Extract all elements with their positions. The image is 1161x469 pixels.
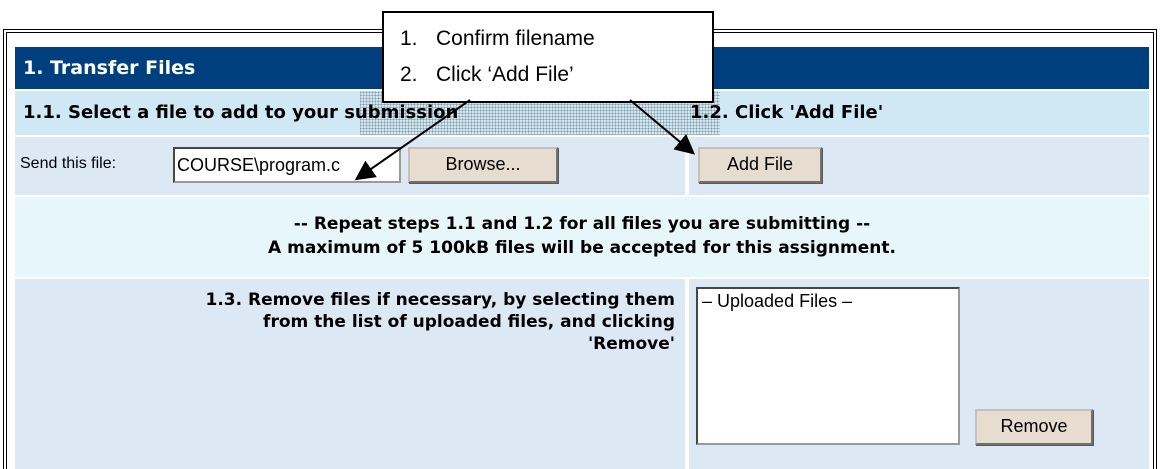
- remove-files-row: 1.3. Remove files if necessary, by selec…: [15, 279, 1149, 469]
- cell-divider: [685, 137, 689, 195]
- max-files-note: A maximum of 5 100kB files will be accep…: [268, 238, 896, 258]
- callout-step-text: Confirm filename: [436, 27, 595, 50]
- repeat-steps-note: -- Repeat steps 1.1 and 1.2 for all file…: [293, 214, 871, 234]
- info-row: -- Repeat steps 1.1 and 1.2 for all file…: [15, 197, 1149, 277]
- remove-button[interactable]: Remove: [975, 409, 1093, 445]
- remove-instruction: 1.3. Remove files if necessary, by selec…: [15, 289, 675, 355]
- step-1-2-label: 1.2. Click 'Add File': [690, 102, 884, 123]
- file-select-row: Send this file: COURSE\program.c Browse.…: [15, 137, 1149, 195]
- transfer-files-panel: 1. Transfer Files 1.1. Select a file to …: [15, 47, 1149, 469]
- remove-instruction-line: 1.3. Remove files if necessary, by selec…: [205, 290, 675, 310]
- callout-step-2: 2. Click ‘Add File’: [400, 63, 574, 87]
- send-file-label: Send this file:: [20, 155, 117, 172]
- cell-divider: [685, 279, 689, 469]
- uploaded-files-list[interactable]: – Uploaded Files –: [696, 287, 960, 445]
- callout-step-number: 1.: [400, 27, 418, 50]
- callout-step-text: Click ‘Add File’: [436, 63, 574, 86]
- callout-step-number: 2.: [400, 63, 418, 86]
- instruction-callout: 1. Confirm filename 2. Click ‘Add File’: [382, 11, 714, 103]
- browse-button[interactable]: Browse...: [408, 147, 558, 183]
- add-file-button[interactable]: Add File: [698, 147, 822, 183]
- file-path-input[interactable]: COURSE\program.c: [173, 147, 401, 183]
- list-header-option[interactable]: – Uploaded Files –: [702, 291, 954, 312]
- remove-instruction-line: from the list of uploaded files, and cli…: [263, 312, 675, 332]
- remove-instruction-line: 'Remove': [587, 334, 675, 354]
- callout-step-1: 1. Confirm filename: [400, 27, 595, 51]
